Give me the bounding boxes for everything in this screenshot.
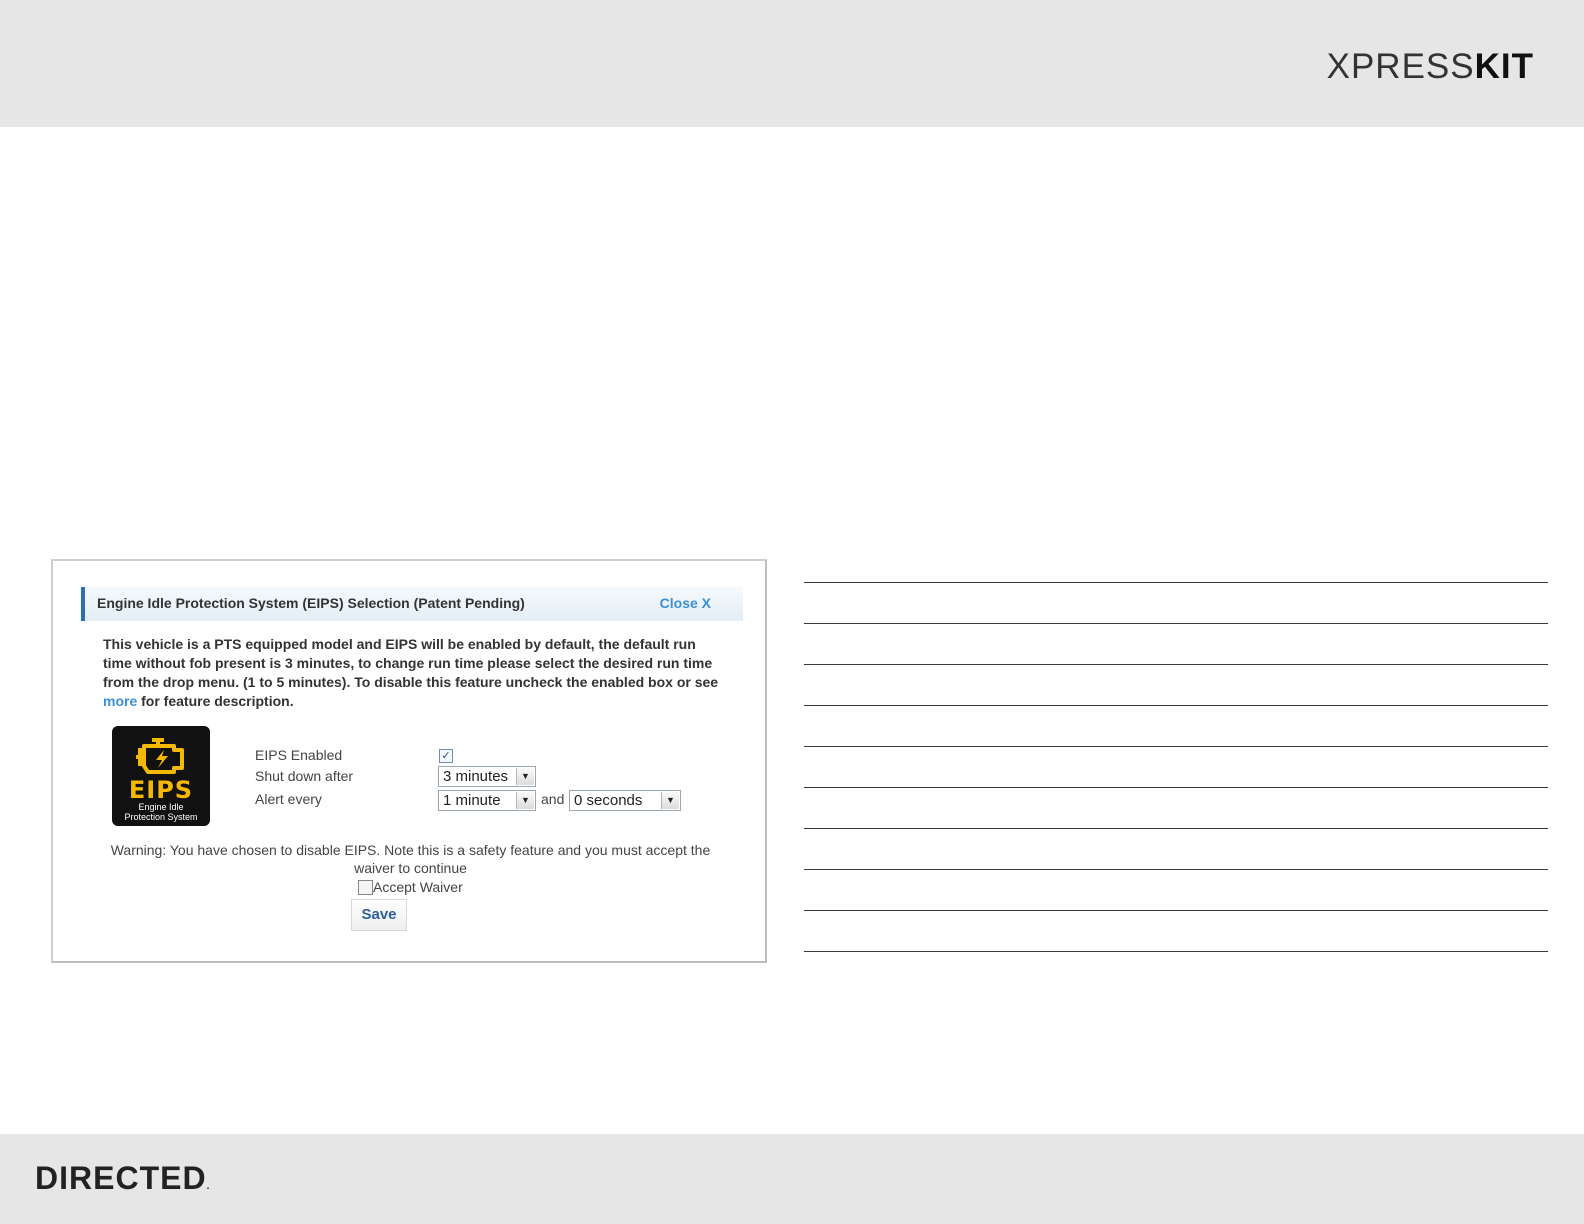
alert-minutes-select[interactable]: 1 minute ▼	[438, 790, 536, 811]
writing-line	[804, 705, 1548, 706]
chevron-down-icon: ▼	[661, 792, 679, 809]
footer-band	[0, 1134, 1584, 1224]
warning-text: Warning: You have chosen to disable EIPS…	[110, 842, 711, 876]
alert-label: Alert every	[255, 791, 322, 807]
logo-bold-text: KIT	[1474, 47, 1534, 86]
and-label: and	[541, 791, 565, 807]
writing-line	[804, 582, 1548, 583]
dialog-header: Engine Idle Protection System (EIPS) Sel…	[81, 587, 743, 621]
logo-thin-text: XPRESS	[1326, 47, 1475, 86]
description-text-end: for feature description.	[137, 693, 294, 709]
writing-line	[804, 664, 1548, 665]
shutdown-label: Shut down after	[255, 768, 354, 784]
dialog-title: Engine Idle Protection System (EIPS) Sel…	[97, 595, 525, 611]
writing-line	[804, 787, 1548, 788]
eips-logo-subtitle: Engine Idle Protection System	[112, 802, 210, 822]
shutdown-value: 3 minutes	[443, 768, 509, 785]
dialog-description: This vehicle is a PTS equipped model and…	[103, 635, 723, 711]
directed-logo-mark: .	[206, 1181, 211, 1192]
save-button[interactable]: Save	[351, 899, 407, 931]
writing-line	[804, 623, 1548, 624]
eips-logo: EIPS Engine Idle Protection System	[112, 726, 210, 826]
eips-logo-sub-line2: Protection System	[124, 812, 198, 822]
engine-warning-icon	[136, 738, 184, 774]
writing-line	[804, 869, 1548, 870]
accept-waiver-checkbox[interactable]	[358, 880, 373, 895]
writing-line	[804, 951, 1548, 952]
writing-line	[804, 746, 1548, 747]
eips-enabled-label: EIPS Enabled	[255, 747, 343, 763]
writing-line	[804, 828, 1548, 829]
writing-line	[804, 910, 1548, 911]
shutdown-select[interactable]: 3 minutes ▼	[438, 766, 536, 787]
eips-logo-word: EIPS	[128, 776, 194, 804]
chevron-down-icon: ▼	[516, 792, 534, 809]
close-button[interactable]: Close X	[660, 595, 711, 611]
alert-minutes-value: 1 minute	[443, 792, 501, 809]
xpresskit-logo: XPRESSKIT	[1327, 47, 1534, 87]
chevron-down-icon: ▼	[516, 768, 534, 785]
directed-logo-text: DIRECTED	[35, 1160, 207, 1196]
directed-logo: DIRECTED.	[35, 1160, 210, 1197]
eips-logo-sub-line1: Engine Idle	[138, 802, 184, 812]
alert-seconds-select[interactable]: 0 seconds ▼	[569, 790, 681, 811]
eips-enabled-checkbox[interactable]: ✓	[439, 749, 453, 763]
accept-waiver-label: Accept Waiver	[373, 879, 463, 895]
eips-dialog: Engine Idle Protection System (EIPS) Sel…	[51, 559, 767, 963]
more-link[interactable]: more	[103, 693, 137, 709]
alert-seconds-value: 0 seconds	[574, 792, 643, 809]
description-text: This vehicle is a PTS equipped model and…	[103, 636, 719, 690]
